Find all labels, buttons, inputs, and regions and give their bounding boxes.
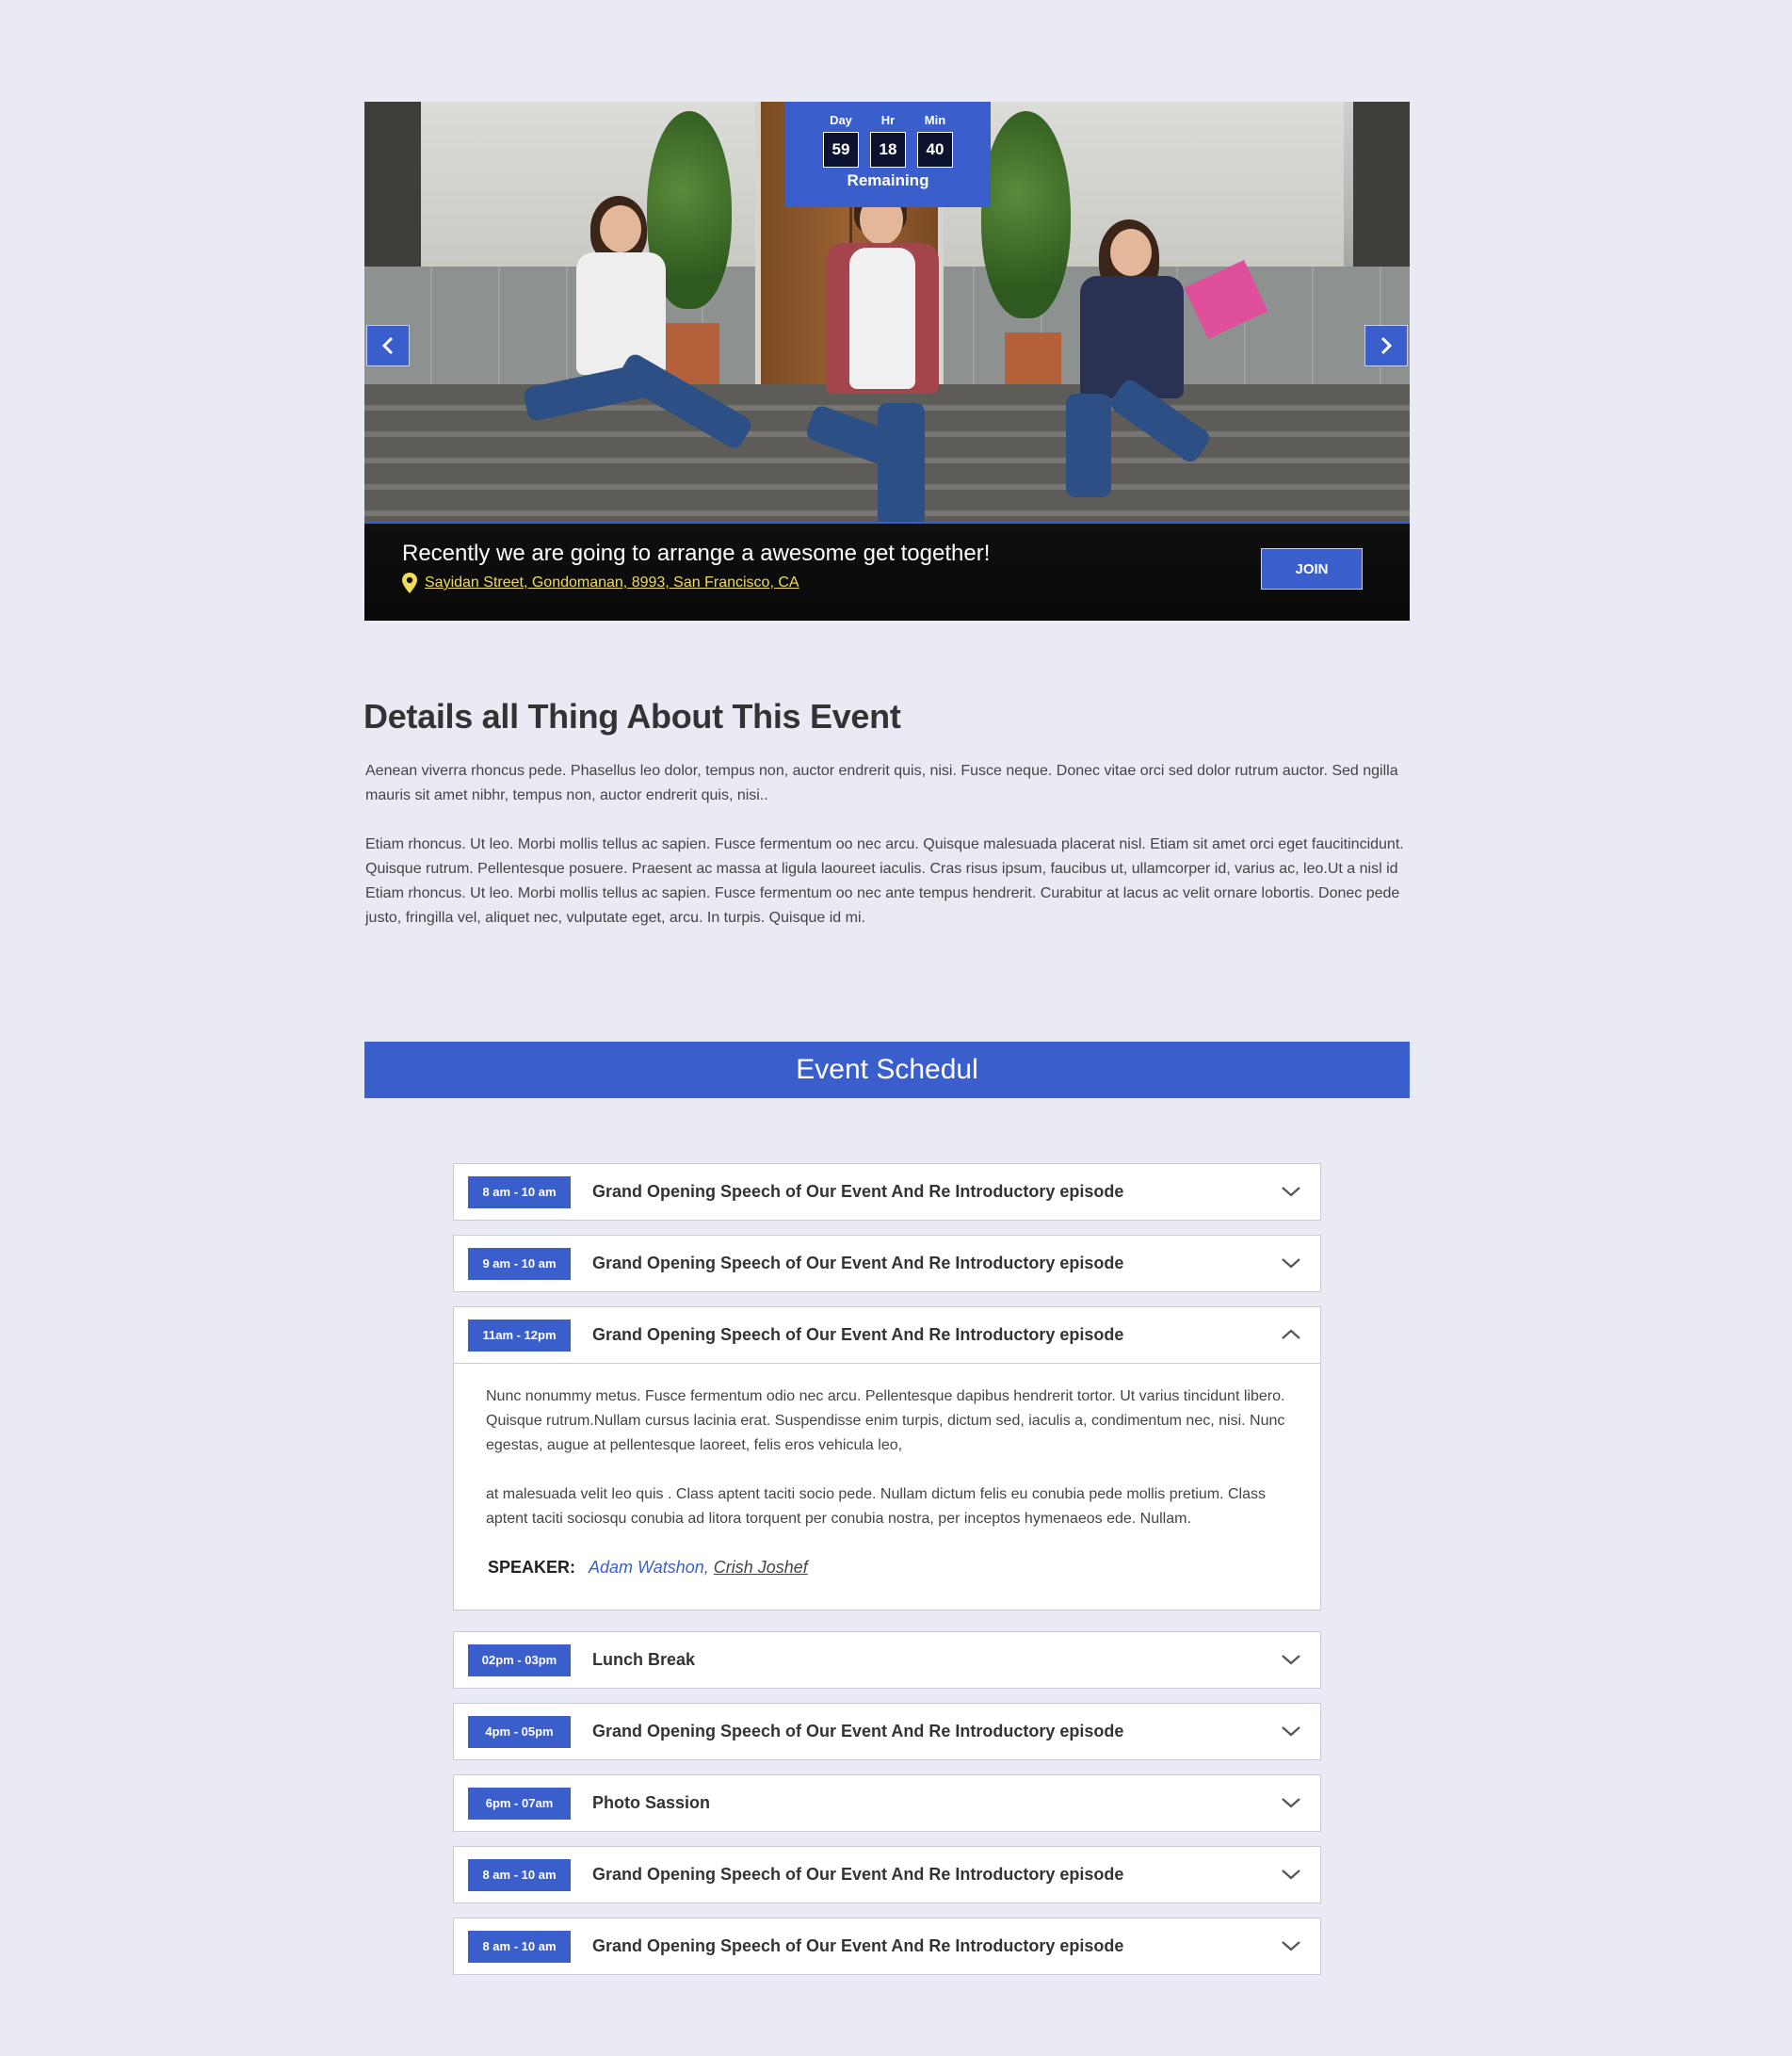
schedule-item: 8 am - 10 am Grand Opening Speech of Our… <box>453 1163 1321 1221</box>
schedule-item-description: Nunc nonummy metus. Fusce fermentum odio… <box>486 1388 1285 1453</box>
schedule-item-header[interactable]: 02pm - 03pm Lunch Break <box>454 1632 1320 1688</box>
speaker-link[interactable]: Crish Joshef <box>714 1558 808 1577</box>
schedule-item: 4pm - 05pm Grand Opening Speech of Our E… <box>453 1703 1321 1760</box>
hero-location: Sayidan Street, Gondomanan, 8993, San Fr… <box>402 573 799 593</box>
time-badge: 8 am - 10 am <box>468 1175 571 1208</box>
time-badge: 8 am - 10 am <box>468 1930 571 1963</box>
slider-next-button[interactable] <box>1364 325 1408 366</box>
countdown-hour-label: Hr <box>880 113 896 127</box>
chevron-down-icon[interactable] <box>1281 1937 1301 1954</box>
schedule-item-title: Grand Opening Speech of Our Event And Re… <box>592 1936 1124 1955</box>
schedule-item-title: Photo Sassion <box>592 1793 711 1812</box>
schedule-item-header[interactable]: 4pm - 05pm Grand Opening Speech of Our E… <box>454 1704 1320 1759</box>
schedule-item-header[interactable]: 8 am - 10 am Grand Opening Speech of Our… <box>454 1918 1320 1974</box>
countdown-day: Day 59 <box>823 113 859 168</box>
schedule-item-title: Lunch Break <box>592 1650 696 1669</box>
schedule-item: 8 am - 10 am Grand Opening Speech of Our… <box>453 1918 1321 1975</box>
schedule-item-expanded: 11am - 12pm Grand Opening Speech of Our … <box>453 1306 1321 1611</box>
details-paragraph: Etiam rhoncus. Ut leo. Morbi mollis tell… <box>365 885 1400 926</box>
slider-prev-button[interactable] <box>366 325 410 366</box>
time-badge: 4pm - 05pm <box>468 1715 571 1748</box>
countdown-hour: Hr 18 <box>870 113 906 168</box>
chevron-down-icon[interactable] <box>1281 1723 1301 1740</box>
schedule-item-title: Grand Opening Speech of Our Event And Re… <box>592 1865 1124 1884</box>
speaker-label: SPEAKER: <box>488 1558 576 1577</box>
chevron-down-icon[interactable] <box>1281 1651 1301 1668</box>
time-badge: 9 am - 10 am <box>468 1247 571 1280</box>
schedule-accordion: 8 am - 10 am Grand Opening Speech of Our… <box>453 1163 1321 1989</box>
speaker-line: SPEAKER: Adam Watshon, Crish Joshef <box>486 1558 1298 1578</box>
hero-title: Recently we are going to arrange a aweso… <box>402 541 991 566</box>
schedule-item-title: Grand Opening Speech of Our Event And Re… <box>592 1722 1124 1740</box>
schedule-item-title: Grand Opening Speech of Our Event And Re… <box>592 1254 1124 1272</box>
countdown-minute: Min 40 <box>917 113 953 168</box>
chevron-left-icon <box>381 336 394 355</box>
schedule-item-header[interactable]: 8 am - 10 am Grand Opening Speech of Our… <box>454 1164 1320 1220</box>
schedule-item-header[interactable]: 11am - 12pm Grand Opening Speech of Our … <box>454 1307 1320 1363</box>
schedule-item-header[interactable]: 6pm - 07am Photo Sassion <box>454 1775 1320 1831</box>
chevron-down-icon[interactable] <box>1281 1794 1301 1811</box>
speaker-name: Adam Watshon, <box>589 1558 709 1577</box>
countdown-day-value: 59 <box>823 132 859 168</box>
time-badge: 11am - 12pm <box>468 1319 571 1352</box>
countdown-hour-value: 18 <box>870 132 906 168</box>
chevron-right-icon <box>1380 336 1393 355</box>
schedule-item: 6pm - 07am Photo Sassion <box>453 1774 1321 1832</box>
countdown-minute-label: Min <box>924 113 946 127</box>
time-badge: 8 am - 10 am <box>468 1858 571 1891</box>
schedule-item-body: Nunc nonummy metus. Fusce fermentum odio… <box>454 1363 1320 1610</box>
countdown-remaining-label: Remaining <box>847 171 929 189</box>
countdown-minute-value: 40 <box>917 132 953 168</box>
schedule-item-header[interactable]: 9 am - 10 am Grand Opening Speech of Our… <box>454 1236 1320 1291</box>
chevron-down-icon[interactable] <box>1281 1866 1301 1883</box>
location-link[interactable]: Sayidan Street, Gondomanan, 8993, San Fr… <box>425 575 799 591</box>
schedule-item-title: Grand Opening Speech of Our Event And Re… <box>592 1325 1124 1344</box>
schedule-item: 9 am - 10 am Grand Opening Speech of Our… <box>453 1235 1321 1292</box>
chevron-down-icon[interactable] <box>1281 1183 1301 1200</box>
schedule-item-description: at malesuada velit leo quis . Class apte… <box>486 1486 1266 1527</box>
time-badge: 6pm - 07am <box>468 1787 571 1820</box>
schedule-item: 02pm - 03pm Lunch Break <box>453 1631 1321 1689</box>
countdown-day-label: Day <box>830 113 852 127</box>
chevron-down-icon[interactable] <box>1281 1255 1301 1271</box>
map-pin-icon <box>402 573 417 593</box>
join-button[interactable]: JOIN <box>1261 548 1363 590</box>
event-details: Details all Thing About This Event Aenea… <box>363 697 1413 931</box>
speaker-names: Adam Watshon, Crish Joshef <box>589 1558 808 1578</box>
details-heading: Details all Thing About This Event <box>363 697 901 736</box>
countdown-box: Day 59 Hr 18 Min 40 Remaining <box>785 102 991 207</box>
chevron-up-icon[interactable] <box>1281 1326 1301 1343</box>
schedule-item-title: Grand Opening Speech of Our Event And Re… <box>592 1182 1124 1201</box>
schedule-item: 8 am - 10 am Grand Opening Speech of Our… <box>453 1846 1321 1903</box>
time-badge: 02pm - 03pm <box>468 1643 571 1676</box>
schedule-banner: Event Schedul <box>364 1042 1410 1098</box>
schedule-item-header[interactable]: 8 am - 10 am Grand Opening Speech of Our… <box>454 1847 1320 1902</box>
hero-caption-bar: Recently we are going to arrange a aweso… <box>364 522 1410 621</box>
details-paragraph: Etiam rhoncus. Ut leo. Morbi mollis tell… <box>365 836 1404 877</box>
details-paragraph: Aenean viverra rhoncus pede. Phasellus l… <box>365 763 1398 803</box>
hero-slider: Day 59 Hr 18 Min 40 Remaining Recently w… <box>364 102 1410 621</box>
